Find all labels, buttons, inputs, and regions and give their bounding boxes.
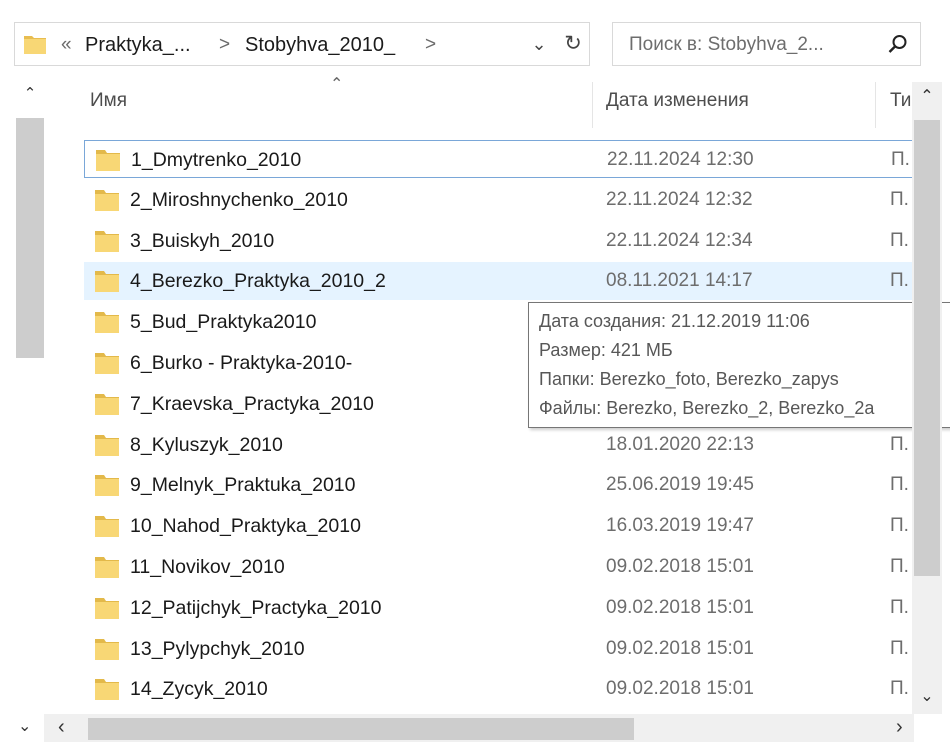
file-date: 22.11.2024 12:30 xyxy=(607,149,754,170)
file-name[interactable]: 8_Kyluszyk_2010 xyxy=(130,434,283,457)
chevron-down-icon[interactable]: ⌄ xyxy=(527,31,551,57)
file-type: П. xyxy=(890,515,909,537)
file-name[interactable]: 7_Kraevska_Practyka_2010 xyxy=(130,393,374,416)
file-date: 25.06.2019 19:45 xyxy=(606,474,754,496)
breadcrumb-overflow[interactable]: « xyxy=(61,34,72,56)
file-row[interactable]: 9_Melnyk_Praktuka_2010 25.06.2019 19:45 П. xyxy=(84,466,914,504)
file-name[interactable]: 11_Novikov_2010 xyxy=(130,556,285,579)
scroll-up-icon[interactable]: ⌃ xyxy=(912,86,942,110)
folder-icon xyxy=(95,393,119,415)
nav-scroll-down-icon[interactable]: ⌄ xyxy=(18,716,31,736)
folder-icon xyxy=(95,638,119,660)
search-input[interactable]: Поиск в: Stobyhva_2... xyxy=(612,22,921,66)
file-row[interactable]: 4_Berezko_Praktyka_2010_2 08.11.2021 14:1… xyxy=(84,262,914,301)
folder-icon xyxy=(95,189,119,211)
breadcrumb-stobyhva[interactable]: Stobyhva_2010_ xyxy=(245,34,395,57)
folder-icon xyxy=(96,150,120,171)
breadcrumb-separator[interactable]: > xyxy=(219,34,230,56)
file-name[interactable]: 2_Miroshnychenko_2010 xyxy=(130,189,348,212)
folder-icon xyxy=(95,516,119,538)
folder-icon xyxy=(95,434,119,456)
breadcrumb-praktyka[interactable]: Praktyka_... xyxy=(85,34,191,57)
file-row[interactable]: 11_Novikov_2010 09.02.2018 15:01 П. xyxy=(84,548,914,586)
folder-icon xyxy=(95,353,119,374)
refresh-icon[interactable]: ↻ xyxy=(560,31,586,57)
file-row[interactable]: 10_Nahod_Praktyka_2010 16.03.2019 19:47 П. xyxy=(84,507,914,545)
file-row[interactable]: 8_Kyluszyk_2010 18.01.2020 22:13 П. xyxy=(84,426,914,464)
file-date: 09.02.2018 15:01 xyxy=(606,556,754,577)
folder-icon xyxy=(95,271,119,293)
file-row[interactable]: 13_Pylypchyk_2010 09.02.2018 15:01 П. xyxy=(84,630,914,668)
file-type: П. xyxy=(890,229,909,251)
file-name[interactable]: 9_Melnyk_Praktuka_2010 xyxy=(130,474,355,497)
scroll-down-icon[interactable]: ⌄ xyxy=(912,686,942,710)
file-date: 22.11.2024 12:32 xyxy=(606,188,753,210)
file-date: 08.11.2021 14:17 xyxy=(606,270,753,292)
file-type: П. xyxy=(890,556,909,577)
file-name[interactable]: 12_Patijchyk_Practyka_2010 xyxy=(130,597,382,620)
file-type: П. xyxy=(890,637,909,659)
file-type: П. xyxy=(890,270,909,292)
file-row[interactable]: 2_Miroshnychenko_2010 22.11.2024 12:32 П. xyxy=(84,181,914,219)
file-date: 09.02.2018 15:01 xyxy=(606,678,754,700)
nav-scroll-up-icon[interactable]: ⌃ xyxy=(16,84,44,106)
scroll-right-icon[interactable]: › xyxy=(896,716,903,739)
file-name[interactable]: 10_Nahod_Praktyka_2010 xyxy=(130,515,361,538)
column-header-type[interactable]: Ти xyxy=(890,90,912,112)
file-name[interactable]: 4_Berezko_Praktyka_2010_2 xyxy=(130,270,386,293)
folder-icon xyxy=(95,475,119,497)
file-name[interactable]: 14_Zycyk_2010 xyxy=(130,678,268,701)
folder-icon xyxy=(95,312,119,334)
file-row[interactable]: 3_Buiskyh_2010 22.11.2024 12:34 П. xyxy=(84,222,914,260)
tooltip-size: Размер: 421 МБ xyxy=(539,340,673,360)
file-type: П. xyxy=(890,596,909,618)
file-name[interactable]: 3_Buiskyh_2010 xyxy=(130,230,274,253)
file-name[interactable]: 5_Bud_Praktyka2010 xyxy=(130,311,316,334)
scroll-left-icon[interactable]: ‹ xyxy=(58,716,65,739)
nav-scrollbar-thumb[interactable] xyxy=(16,118,44,358)
file-type: П. xyxy=(891,149,910,170)
file-type: П. xyxy=(890,433,909,455)
file-date: 09.02.2018 15:01 xyxy=(606,596,754,618)
file-date: 22.11.2024 12:34 xyxy=(606,229,753,251)
search-icon[interactable] xyxy=(888,34,908,54)
file-type: П. xyxy=(890,474,909,496)
file-type: П. xyxy=(890,188,909,210)
tooltip-folders: Папки: Berezko_foto, Berezko_zapys xyxy=(539,369,839,389)
file-date: 18.01.2020 22:13 xyxy=(606,433,754,455)
tooltip-files: Файлы: Berezko, Berezko_2, Berezko_2a xyxy=(539,398,875,418)
folder-icon xyxy=(95,230,119,252)
file-name[interactable]: 13_Pylypchyk_2010 xyxy=(130,638,305,661)
folder-info-tooltip: Дата создания: 21.12.2019 11:06 Размер: … xyxy=(528,302,950,428)
column-divider[interactable] xyxy=(875,82,876,128)
column-divider[interactable] xyxy=(592,82,593,128)
folder-icon xyxy=(95,557,119,578)
file-name[interactable]: 1_Dmytrenko_2010 xyxy=(131,149,301,172)
folder-icon xyxy=(95,597,119,619)
file-name[interactable]: 6_Burko - Praktyka-2010- xyxy=(130,352,352,375)
horizontal-scrollbar-thumb[interactable] xyxy=(88,718,634,740)
file-row[interactable]: 1_Dmytrenko_2010 22.11.2024 12:30 П. xyxy=(84,140,914,178)
file-date: 09.02.2018 15:01 xyxy=(606,637,754,659)
file-row[interactable]: 14_Zycyk_2010 09.02.2018 15:01 П. xyxy=(84,670,914,708)
tooltip-created: Дата создания: 21.12.2019 11:06 xyxy=(539,311,810,331)
sort-ascending-icon: ⌃ xyxy=(330,76,344,93)
file-type: П. xyxy=(890,678,909,700)
address-bar[interactable]: « Praktyka_... > Stobyhva_2010_ > ⌄ ↻ xyxy=(14,22,590,66)
breadcrumb-separator[interactable]: > xyxy=(425,34,436,56)
search-placeholder: Поиск в: Stobyhva_2... xyxy=(629,34,824,55)
column-header-date[interactable]: Дата изменения xyxy=(606,90,749,112)
vertical-scrollbar-thumb[interactable] xyxy=(914,120,940,576)
column-header-name[interactable]: Имя xyxy=(90,90,127,112)
folder-icon xyxy=(24,36,46,54)
file-row[interactable]: 12_Patijchyk_Practyka_2010 09.02.2018 15:… xyxy=(84,589,914,627)
file-date: 16.03.2019 19:47 xyxy=(606,515,754,537)
folder-icon xyxy=(95,679,119,701)
